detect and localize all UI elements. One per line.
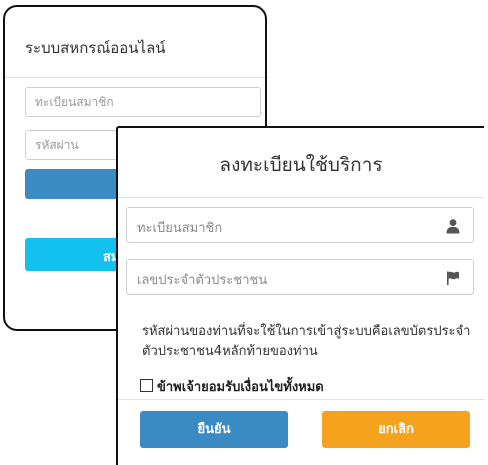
register-modal: ลงทะเบียนใช้บริการ ทะเบียนสมาชิก เลขประจ… [116,126,484,465]
flag-icon [447,271,459,285]
divider [118,399,484,400]
national-id-placeholder: เลขประจำตัวประชาชน [137,273,268,288]
divider [5,77,265,78]
divider [118,197,484,198]
user-icon [446,219,460,234]
login-title: ระบบสหกรณ์ออนไลน์ [25,39,166,57]
member-id-input[interactable]: ทะเบียนสมาชิก [126,207,474,243]
login-member-input[interactable]: ทะเบียนสมาชิก [25,87,261,117]
agree-terms[interactable]: ข้าพเจ้ายอมรับเงื่อนไขทั้งหมด [140,376,324,397]
register-title: ลงทะเบียนใช้บริการ [219,154,383,176]
national-id-input[interactable]: เลขประจำตัวประชาชน [126,259,474,295]
agree-label: ข้าพเจ้ายอมรับเงื่อนไขทั้งหมด [157,380,324,395]
cancel-button[interactable]: ยกเลิก [322,411,470,448]
screen: ระบบสหกรณ์ออนไลน์ ทะเบียนสมาชิก รหัสผ่าน… [0,0,488,465]
confirm-button[interactable]: ยืนยัน [140,411,288,448]
password-hint: รหัสผ่านของท่านที่จะใช้ในการเข้าสู่ระบบค… [142,324,471,359]
member-id-placeholder: ทะเบียนสมาชิก [137,221,223,236]
agree-checkbox[interactable] [140,379,153,392]
